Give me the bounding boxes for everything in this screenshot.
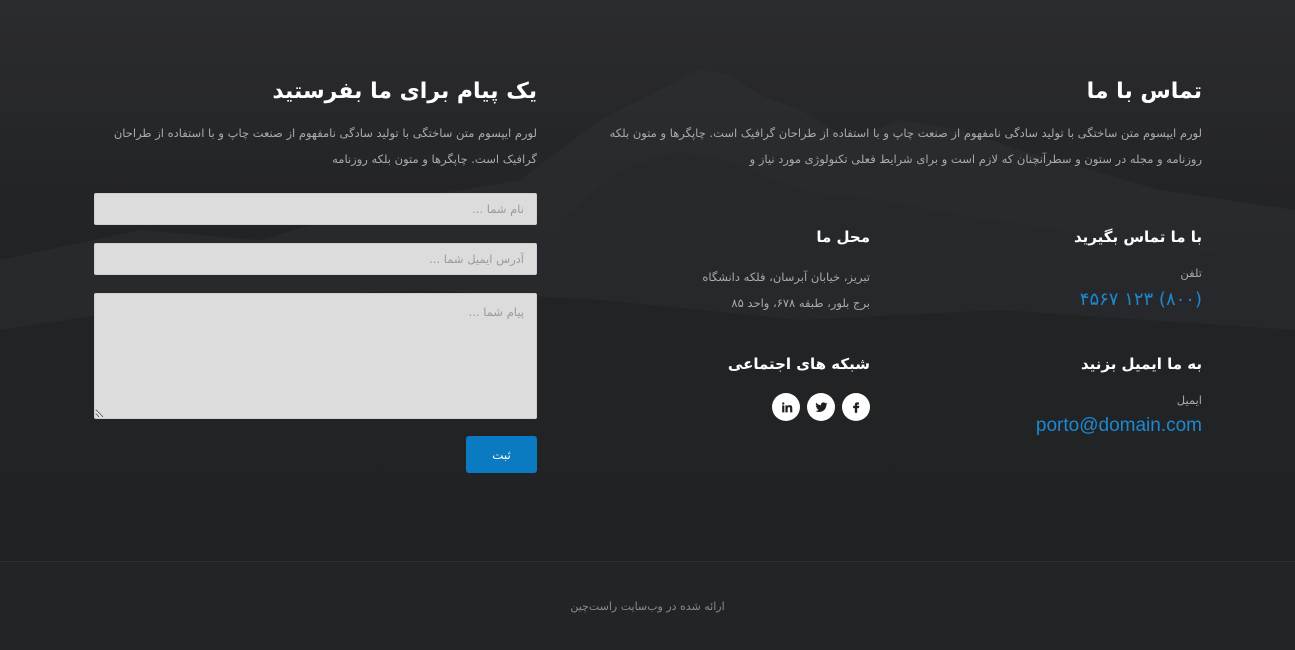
linkedin-icon[interactable] — [772, 393, 800, 421]
facebook-icon[interactable] — [842, 393, 870, 421]
location-heading: محل ما — [816, 228, 870, 246]
email-label: ایمیل — [1176, 393, 1202, 407]
footer-credit: ارائه شده در وب‌سایت راست‌چین — [570, 599, 725, 613]
call-block: با ما تماس بگیرید تلفن (۸۰۰) ۱۲۳ ۴۵۶۷ — [902, 226, 1202, 312]
form-description: لورم ایپسوم متن ساختگی با تولید سادگی نا… — [113, 126, 537, 166]
message-textarea[interactable] — [94, 293, 537, 419]
contact-form: ثبت — [93, 193, 537, 473]
location-block: محل ما تبریز، خیابان آبرسان، فلکه دانشگا… — [580, 226, 870, 316]
location-line-1: تبریز، خیابان آبرسان، فلکه دانشگاه — [702, 270, 870, 284]
contact-form-section: یک پیام برای ما بفرستید لورم ایپسوم متن … — [93, 78, 537, 473]
location-line-2: برج بلور، طبقه ۶۷۸، واحد ۸۵ — [731, 296, 870, 310]
email-heading: به ما ایمیل بزنید — [1080, 355, 1202, 373]
name-input[interactable] — [94, 193, 537, 225]
social-heading: شبکه های اجتماعی — [727, 355, 870, 373]
contact-title: تماس با ما — [1086, 79, 1202, 104]
twitter-icon[interactable] — [807, 393, 835, 421]
phone-label: تلفن — [1180, 266, 1202, 280]
social-block: شبکه های اجتماعی — [580, 353, 870, 421]
contact-description: لورم ایپسوم متن ساختگی با تولید سادگی نا… — [609, 126, 1202, 166]
phone-link[interactable]: (۸۰۰) ۱۲۳ ۴۵۶۷ — [902, 288, 1202, 312]
contact-intro: تماس با ما لورم ایپسوم متن ساختگی با تول… — [582, 78, 1202, 172]
call-heading: با ما تماس بگیرید — [1074, 228, 1202, 246]
submit-button[interactable]: ثبت — [466, 436, 537, 473]
social-icons — [580, 393, 870, 421]
email-block: به ما ایمیل بزنید ایمیل porto@domain.com — [902, 353, 1202, 437]
footer: ارائه شده در وب‌سایت راست‌چین — [0, 561, 1295, 650]
email-input[interactable] — [94, 243, 537, 275]
email-link[interactable]: porto@domain.com — [1036, 415, 1202, 437]
form-title: یک پیام برای ما بفرستید — [272, 79, 537, 104]
